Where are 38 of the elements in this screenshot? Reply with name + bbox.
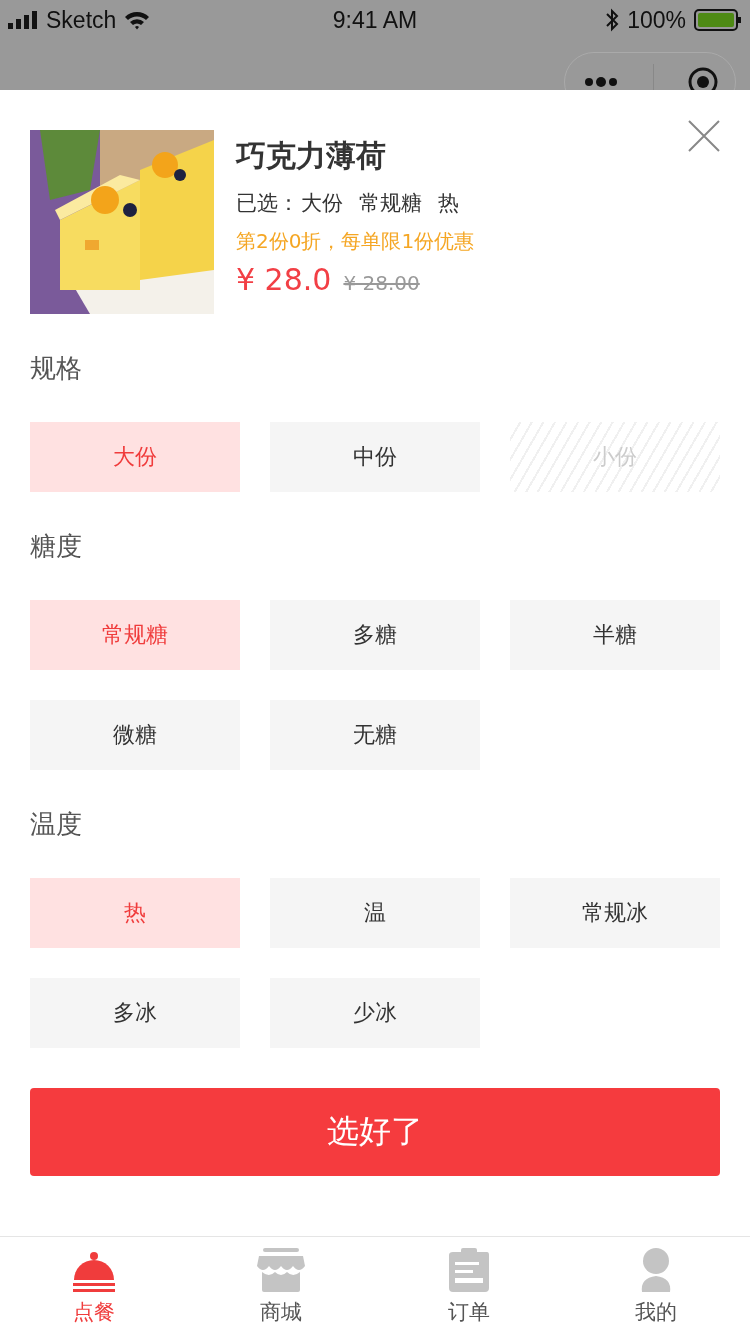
option-button[interactable]: 多糖 bbox=[270, 600, 480, 670]
wifi-icon bbox=[124, 10, 151, 30]
promo-text: 第2份0折，每单限1份优惠 bbox=[236, 228, 475, 255]
product-name: 巧克力薄荷 bbox=[236, 137, 387, 175]
selected-option: 热 bbox=[438, 188, 459, 218]
option-button[interactable]: 中份 bbox=[270, 422, 480, 492]
option-button[interactable]: 微糖 bbox=[30, 700, 240, 770]
option-button[interactable]: 半糖 bbox=[510, 600, 720, 670]
selected-label: 已选： bbox=[236, 190, 299, 217]
target-icon[interactable] bbox=[686, 66, 719, 90]
group-title: 规格 bbox=[30, 352, 83, 385]
option-button[interactable]: 温 bbox=[270, 878, 480, 948]
group-title: 糖度 bbox=[30, 530, 83, 563]
close-icon[interactable] bbox=[688, 120, 720, 152]
tab-item[interactable]: 点餐 bbox=[0, 1237, 188, 1334]
signal-icon bbox=[8, 11, 38, 29]
price: ¥ 28.0 bbox=[236, 262, 332, 297]
option-button[interactable]: 常规冰 bbox=[510, 878, 720, 948]
tab-item[interactable]: 我的 bbox=[562, 1237, 750, 1334]
clock-time: 9:41 AM bbox=[332, 6, 418, 34]
option-button[interactable]: 少冰 bbox=[270, 978, 480, 1048]
carrier-name: Sketch bbox=[46, 6, 117, 34]
bluetooth-icon bbox=[605, 8, 620, 32]
tab-item[interactable]: 订单 bbox=[375, 1237, 563, 1334]
selected-option: 常规糖 bbox=[359, 188, 422, 218]
shop-icon bbox=[257, 1248, 306, 1292]
option-button[interactable]: 无糖 bbox=[270, 700, 480, 770]
option-button[interactable]: 多冰 bbox=[30, 978, 240, 1048]
group-title: 温度 bbox=[30, 808, 83, 841]
original-price: ¥ 28.00 bbox=[343, 271, 420, 295]
tab-item[interactable]: 商城 bbox=[187, 1237, 375, 1334]
person-icon bbox=[640, 1248, 673, 1292]
battery-icon bbox=[694, 9, 742, 31]
clipboard-icon bbox=[448, 1248, 489, 1292]
battery-percent: 100% bbox=[627, 6, 686, 34]
selected-option: 大份 bbox=[301, 188, 343, 218]
cloche-icon bbox=[71, 1252, 116, 1292]
confirm-button[interactable]: 选好了 bbox=[30, 1088, 720, 1176]
